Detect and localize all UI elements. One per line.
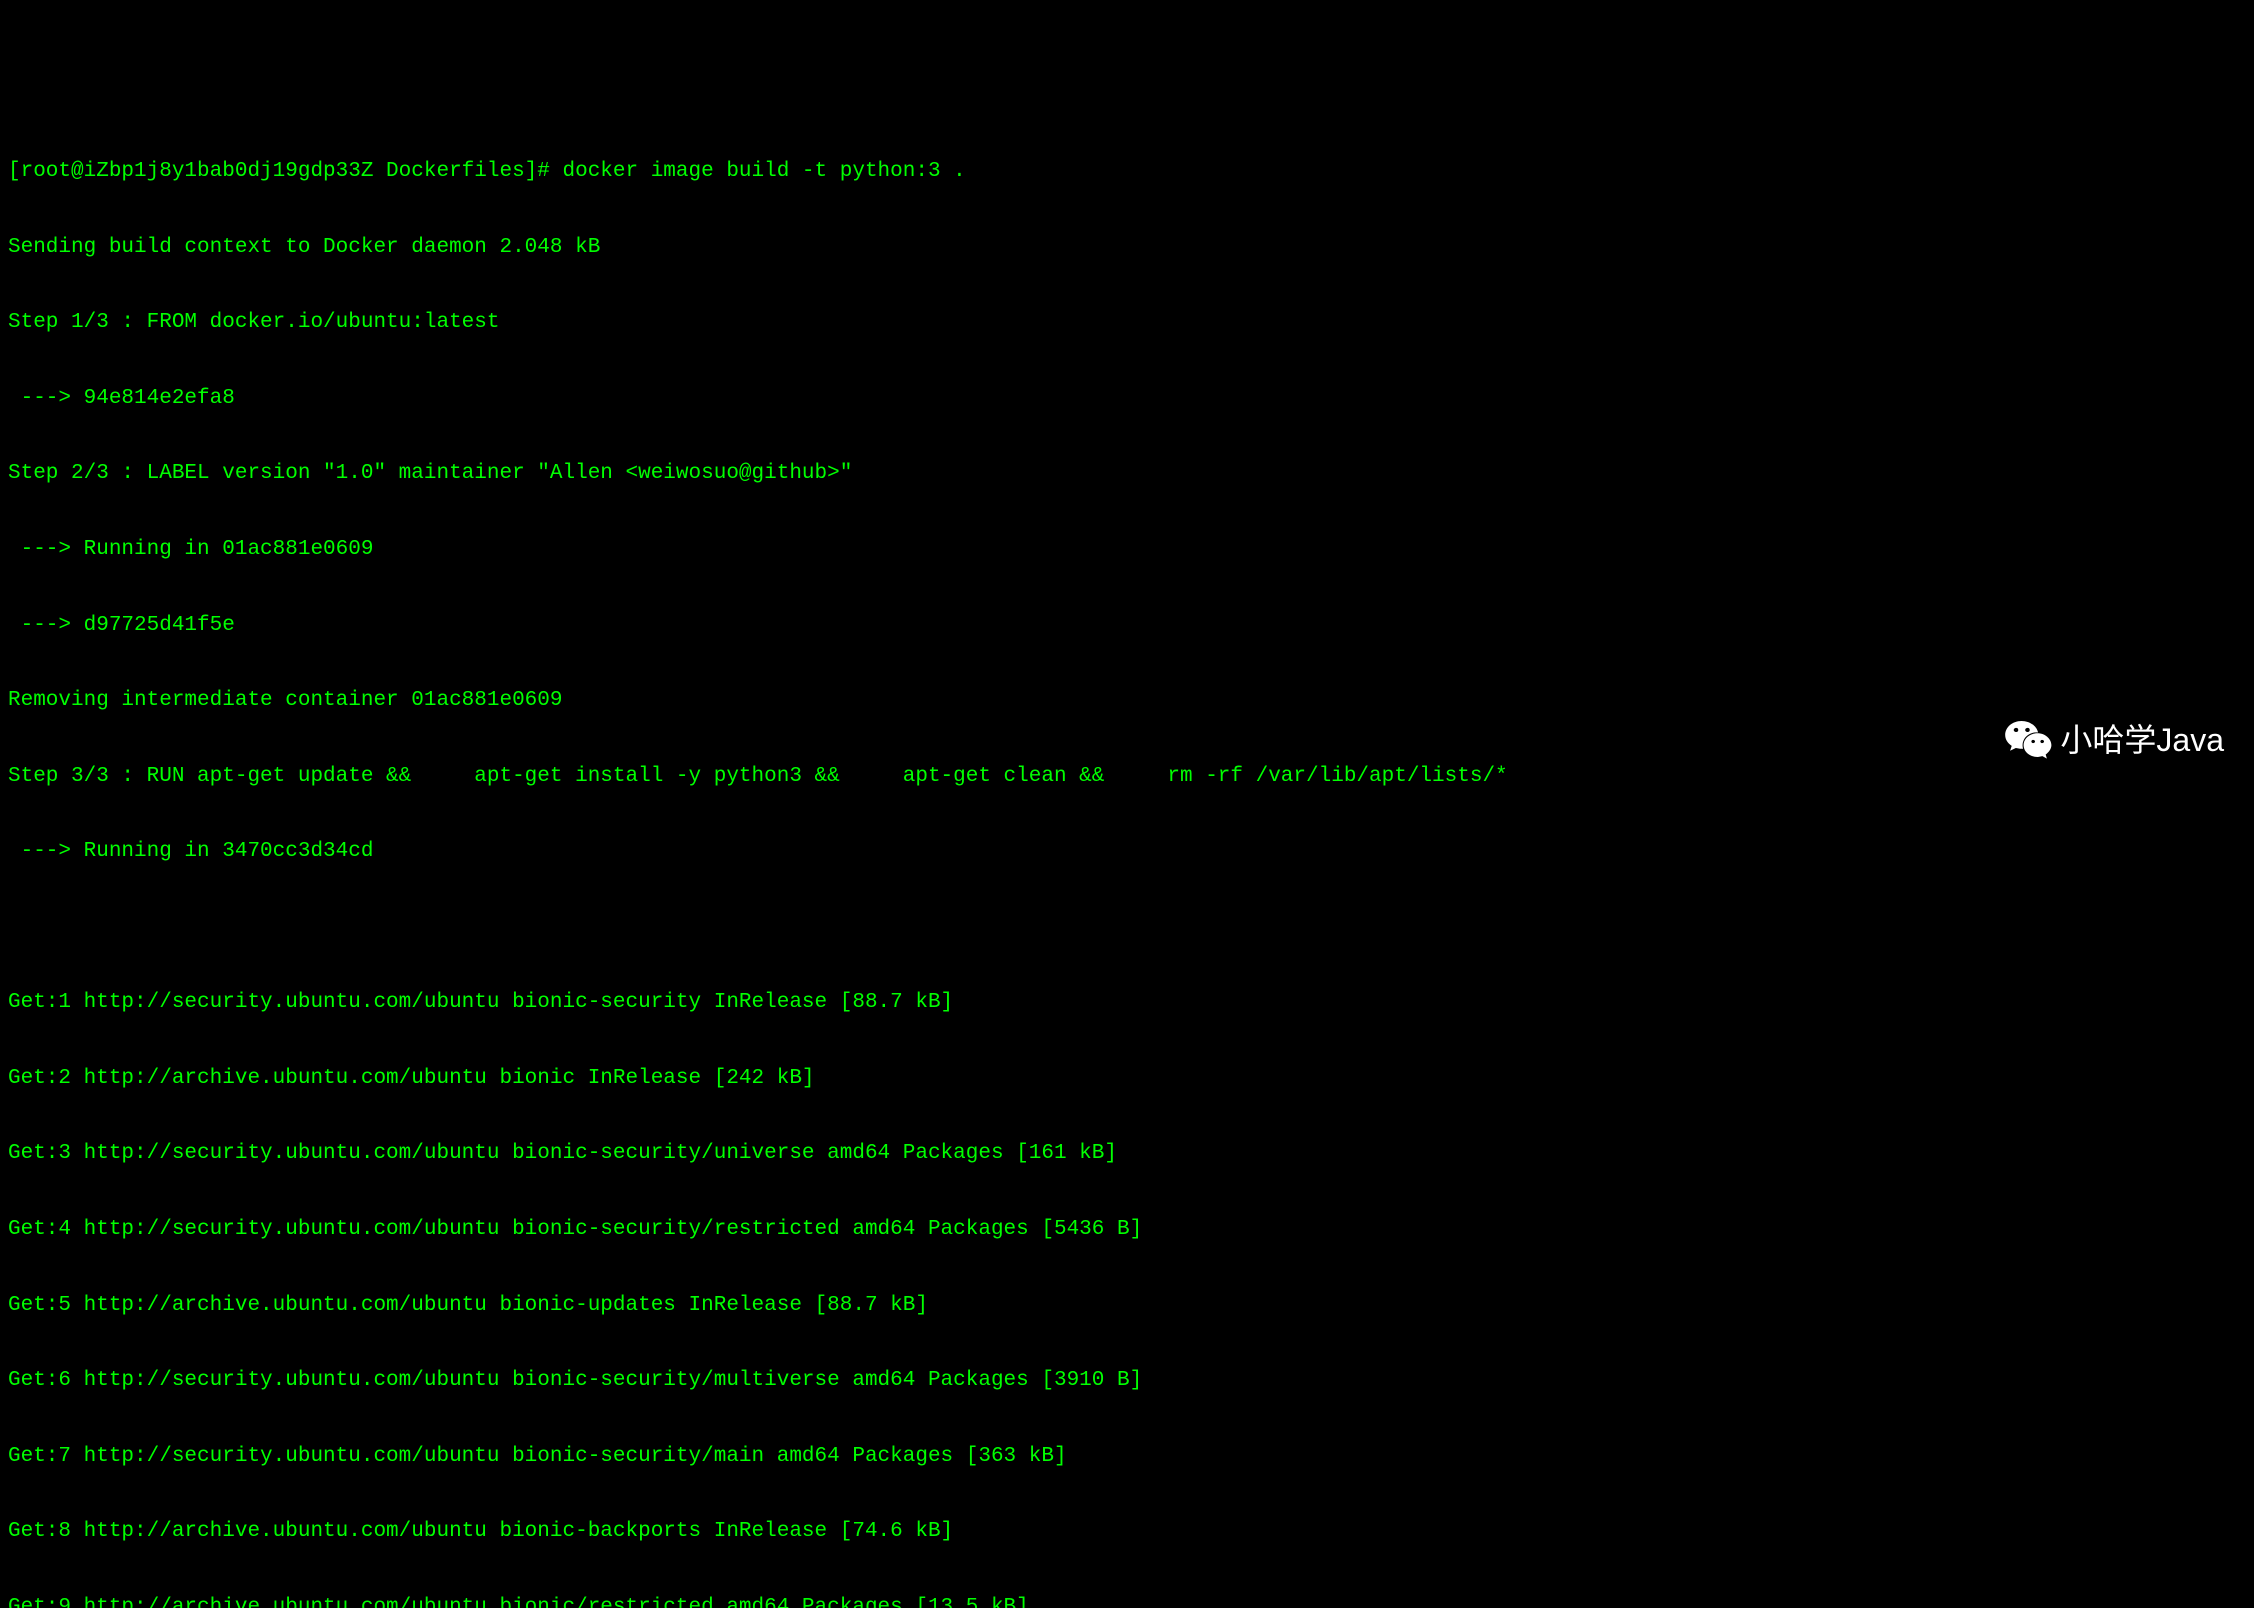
terminal-line: ---> Running in 3470cc3d34cd	[8, 839, 2246, 864]
terminal-line: Get:4 http://security.ubuntu.com/ubuntu …	[8, 1217, 2246, 1242]
terminal-line: Get:6 http://security.ubuntu.com/ubuntu …	[8, 1368, 2246, 1393]
terminal-line: Get:1 http://security.ubuntu.com/ubuntu …	[8, 990, 2246, 1015]
terminal-window[interactable]: [root@iZbp1j8y1bab0dj19gdp33Z Dockerfile…	[8, 109, 2246, 897]
terminal-line: Get:5 http://archive.ubuntu.com/ubuntu b…	[8, 1293, 2246, 1318]
terminal-line: Get:7 http://security.ubuntu.com/ubuntu …	[8, 1444, 2246, 1469]
terminal-line: Get:8 http://archive.ubuntu.com/ubuntu b…	[8, 1519, 2246, 1544]
terminal-line	[8, 915, 2246, 940]
terminal-line: Get:2 http://archive.ubuntu.com/ubuntu b…	[8, 1066, 2246, 1091]
terminal-line: Step 3/3 : RUN apt-get update && apt-get…	[8, 764, 2246, 789]
terminal-line: ---> 94e814e2efa8	[8, 386, 2246, 411]
terminal-line: Removing intermediate container 01ac881e…	[8, 688, 2246, 713]
terminal-line: Get:3 http://security.ubuntu.com/ubuntu …	[8, 1141, 2246, 1166]
terminal-line: ---> d97725d41f5e	[8, 613, 2246, 638]
wechat-icon	[2004, 716, 2052, 764]
terminal-line: [root@iZbp1j8y1bab0dj19gdp33Z Dockerfile…	[8, 159, 2246, 184]
terminal-line: Step 1/3 : FROM docker.io/ubuntu:latest	[8, 310, 2246, 335]
watermark: 小哈学Java	[2004, 716, 2224, 764]
terminal-line: Sending build context to Docker daemon 2…	[8, 235, 2246, 260]
terminal-line: Step 2/3 : LABEL version "1.0" maintaine…	[8, 461, 2246, 486]
terminal-line: ---> Running in 01ac881e0609	[8, 537, 2246, 562]
watermark-label: 小哈学Java	[2060, 721, 2224, 759]
terminal-line: Get:9 http://archive.ubuntu.com/ubuntu b…	[8, 1595, 2246, 1608]
